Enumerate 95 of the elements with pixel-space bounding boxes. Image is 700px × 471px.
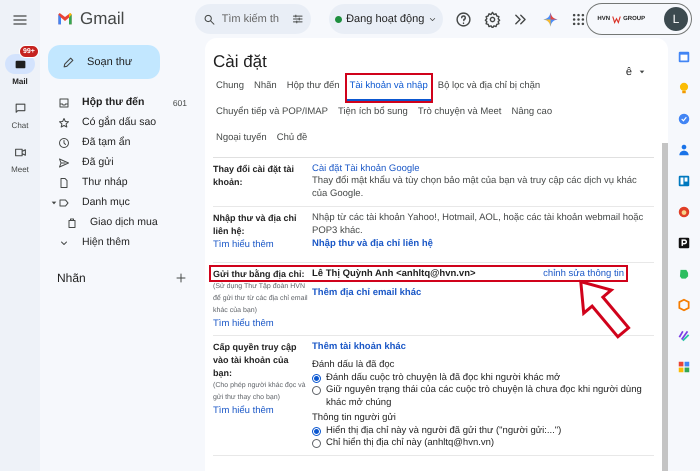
apps-grid-icon[interactable] [571, 12, 586, 26]
edit-info-link[interactable]: chỉnh sửa thông tin [543, 268, 624, 280]
settings-tab[interactable]: Tiện ích bổ sung [334, 100, 411, 126]
settings-tab[interactable]: Nhãn [251, 74, 280, 100]
radio-button[interactable] [312, 439, 321, 448]
folder-item[interactable]: Có gắn dấu sao [40, 113, 197, 133]
learn-more-link[interactable]: Tìm hiểu thêm [213, 238, 309, 251]
rail-label: Chat [12, 120, 28, 132]
page-title: Cài đặt [213, 50, 267, 72]
pencil-icon [62, 56, 75, 68]
folder-item[interactable]: Đã tạm ẩn [40, 133, 197, 153]
radio-label: Đánh dấu cuộc trò chuyện là đã đọc khi người khác mở [326, 372, 560, 384]
radio-button[interactable] [312, 374, 321, 382]
language-selector[interactable]: ê [626, 64, 646, 80]
option-heading: Đánh dấu là đã đọc [312, 359, 396, 372]
settings-tab[interactable]: Ngoại tuyến [213, 126, 270, 152]
board-icon[interactable] [677, 174, 691, 188]
sparkle-icon[interactable] [542, 10, 560, 28]
search-icon [203, 12, 216, 26]
settings-tab[interactable]: Chung [213, 74, 247, 100]
folder-item[interactable]: Hộp thư đến 601 [40, 93, 197, 113]
learn-more-link[interactable]: Tìm hiểu thêm [213, 316, 309, 330]
filter-icon[interactable] [292, 13, 304, 25]
settings-tab[interactable]: Nâng cao [508, 100, 556, 126]
folder-item[interactable]: Hiện thêm [40, 233, 197, 253]
star-icon [58, 117, 70, 129]
settings-tab[interactable]: Hộp thư đến [284, 74, 343, 100]
folder-label: Hiện thêm [82, 235, 131, 250]
settings-icon[interactable] [484, 10, 502, 28]
sender-address: Lê Thị Quỳnh Anh <anhltq@hvn.vn> [312, 268, 476, 280]
file-icon [58, 177, 70, 189]
inbox-icon [58, 97, 70, 109]
folder-item[interactable]: Đã gửi [40, 153, 197, 173]
status-button[interactable]: Đang hoạt động [329, 4, 444, 34]
settings-tab[interactable]: Chuyển tiếp và POP/IMAP [213, 100, 331, 126]
action-link[interactable]: Nhập thư và địa chỉ liên hệ [312, 238, 654, 250]
folder-label: Hộp thư đến [82, 95, 146, 110]
folder-label: Đã tạm ẩn [82, 135, 132, 150]
radio-label: Chỉ hiển thị địa chỉ này (anhltq@hvn.vn) [326, 437, 494, 450]
w-logo-icon [612, 14, 622, 24]
setting-label: Gửi thư bằng địa chỉ: [213, 268, 306, 280]
settings-link[interactable]: Cài đặt Tài khoản Google [312, 162, 654, 175]
person-icon[interactable] [677, 143, 691, 157]
clock-icon [58, 137, 70, 149]
learn-more-link[interactable]: Tìm hiểu thêm [213, 404, 309, 416]
folder-label: Thư nháp [82, 175, 129, 190]
search-input[interactable]: Tìm kiếm th [222, 10, 286, 28]
radio-button[interactable] [312, 386, 321, 395]
tiles-icon[interactable] [677, 360, 691, 374]
checkmark-icon[interactable] [677, 112, 691, 126]
setting-label: Thay đổi cài đặt tài khoản: [213, 162, 296, 188]
radio-label: Giữ nguyên trạng thái của các cuộc trò chuyện là chưa đọc khi người dùng khác mở chúng [326, 384, 643, 409]
labels-heading: Nhãn [57, 270, 86, 287]
status-label: Đang hoạt động [346, 12, 424, 27]
setting-label: Cấp quyền truy cập vào tài khoản của bạn: [213, 340, 298, 380]
setting-label: Nhập thư và địa chỉ liên hệ: [213, 212, 298, 238]
unread-count: 601 [172, 96, 187, 110]
send-icon [58, 157, 70, 169]
rail-label: Mail [12, 76, 28, 88]
avatar[interactable]: L [664, 7, 688, 31]
option-heading: Thông tin người gửi [312, 412, 397, 424]
rail-button[interactable] [5, 54, 35, 74]
scrollbar[interactable] [662, 143, 668, 471]
help-icon[interactable] [455, 10, 472, 28]
rail-label: Meet [11, 164, 29, 176]
search-field[interactable]: Tìm kiếm th [195, 4, 312, 34]
action-link[interactable]: Thêm địa chỉ email khác [312, 287, 654, 300]
settings-tab[interactable]: Chủ đề [274, 126, 310, 152]
setting-description: Thay đổi mật khẩu và tùy chọn bảo mật của bạn và truy cập các dịch vụ khác của Google. [312, 175, 638, 200]
shopping-bag-icon [66, 217, 78, 229]
folder-item[interactable]: Giao dịch mua [40, 213, 197, 233]
setting-description: Nhập từ các tài khoản Yahoo!, Hotmail, AOL, hoặc các tài khoản webmail hoặc POP3 khác. [312, 212, 644, 237]
folder-item[interactable]: Danh mục [40, 193, 197, 213]
label-icon [58, 197, 70, 209]
settings-tab[interactable]: Bộ lọc và địa chỉ bị chặn [434, 74, 544, 100]
app-name: Gmail [80, 8, 124, 30]
radio-label: Hiển thị địa chỉ này và người đã gửi thư ("người gửi:...") [326, 424, 562, 437]
language-value: ê [626, 65, 632, 80]
plus-icon[interactable] [175, 272, 187, 284]
mail-icon [14, 58, 26, 70]
settings-tab[interactable]: Trò chuyện và Meet [414, 100, 504, 126]
folder-label: Danh mục [82, 195, 131, 210]
video-icon [14, 146, 26, 158]
hexagon-icon[interactable] [677, 298, 691, 312]
radio-button[interactable] [312, 426, 321, 436]
chat-icon [14, 102, 26, 114]
action-link[interactable]: Thêm tài khoản khác [312, 340, 654, 353]
compose-button[interactable]: Soạn thư [48, 45, 160, 79]
folder-label: Có gắn dấu sao [82, 115, 158, 130]
p-letter-icon[interactable] [677, 236, 691, 250]
settings-tab[interactable]: Tài khoản và nhập [346, 74, 431, 100]
folder-label: Đã gửi [82, 155, 115, 170]
folder-label: Giao dịch mua [90, 215, 159, 230]
caret-down-icon[interactable] [50, 199, 58, 207]
folder-item[interactable]: Thư nháp [40, 173, 197, 193]
